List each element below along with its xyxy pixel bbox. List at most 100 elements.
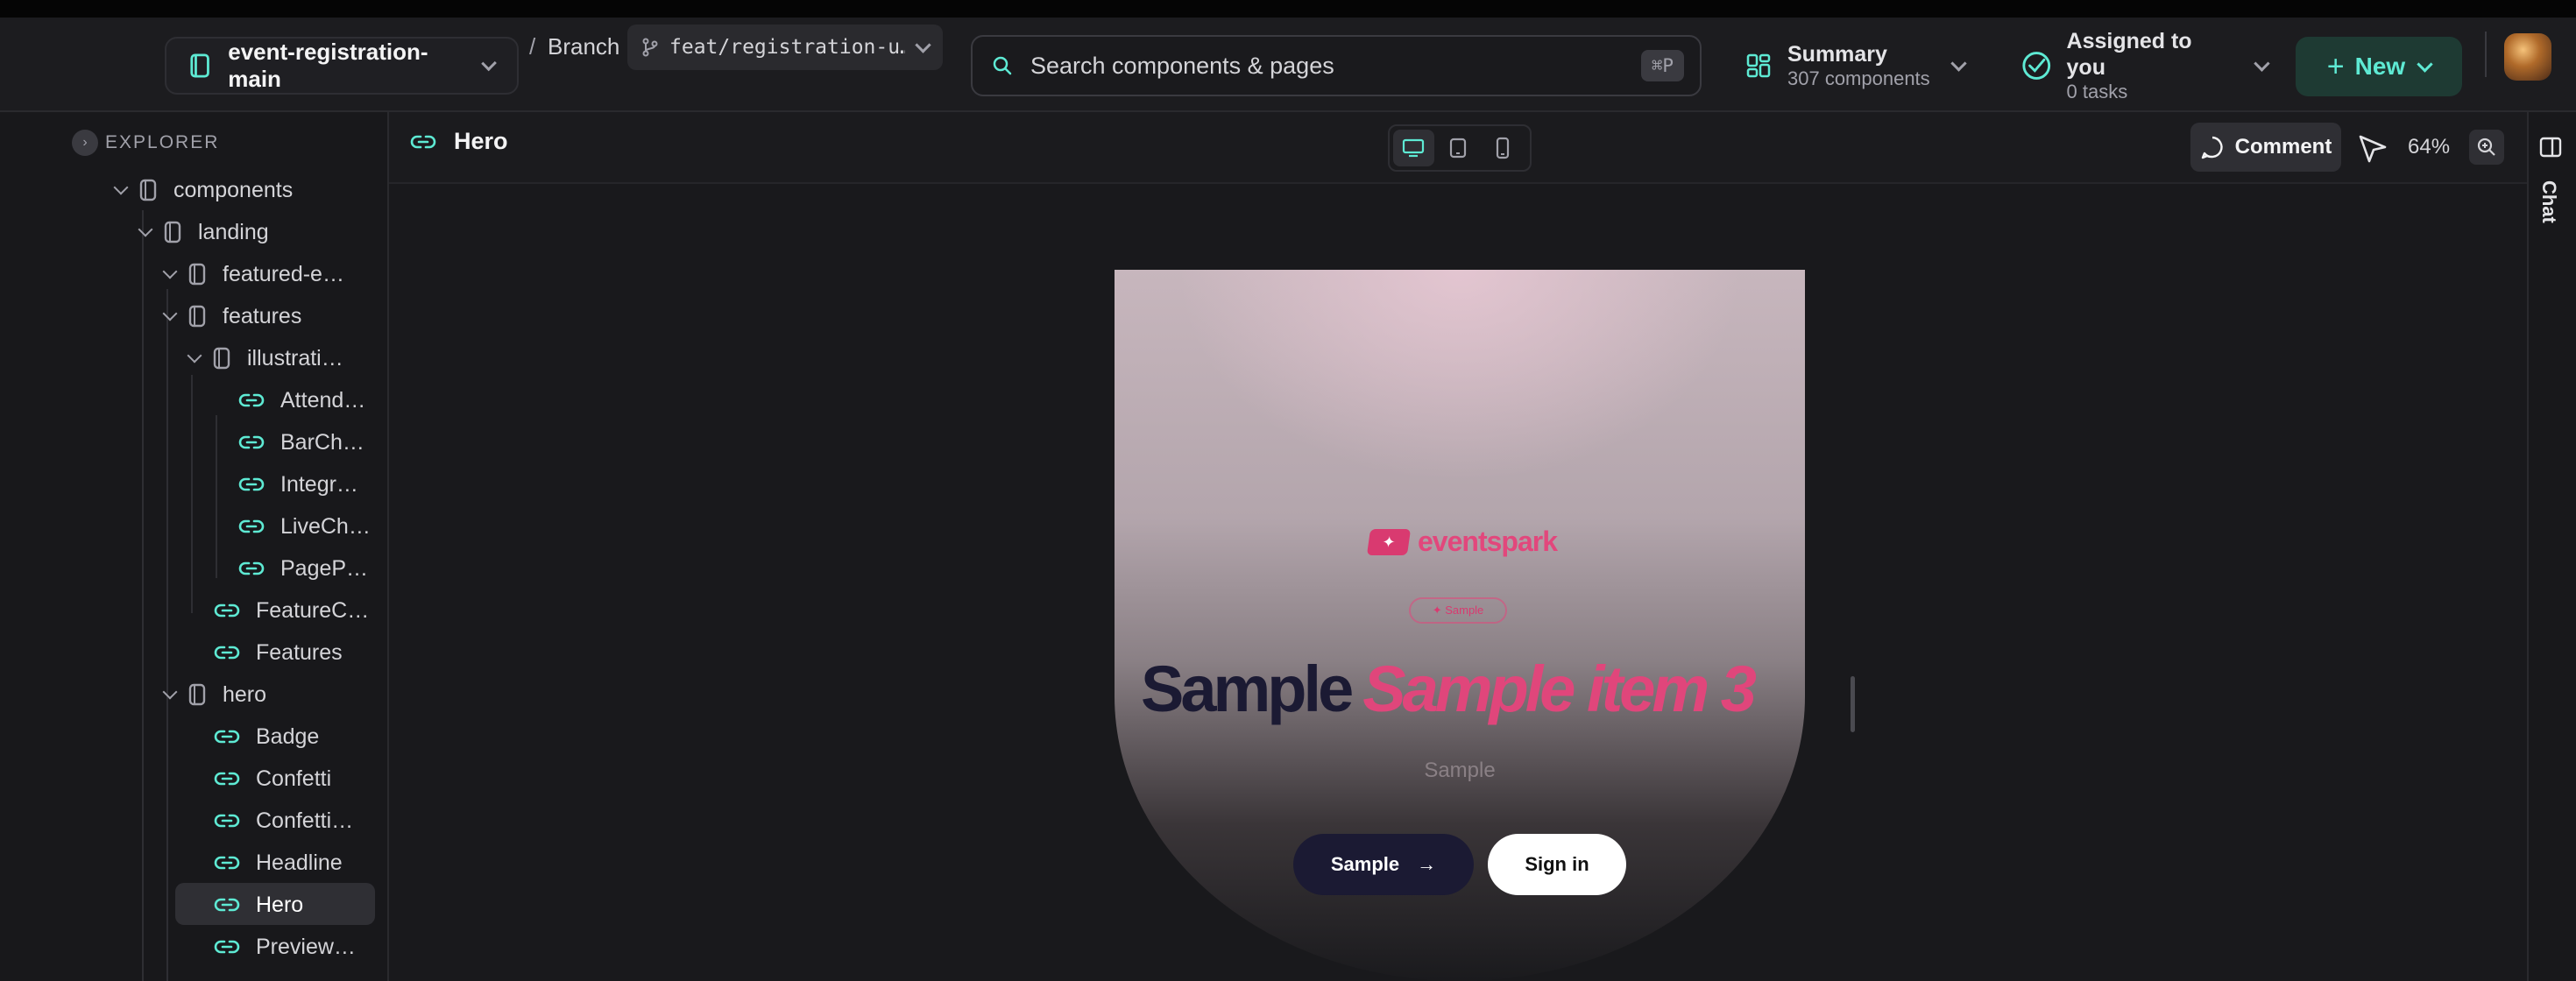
tree-component[interactable]: Confetti… (214, 801, 353, 841)
chat-tab[interactable]: Chat (2537, 180, 2560, 223)
chevron-down-icon[interactable] (138, 222, 153, 237)
search-shortcut: ⌘P (1640, 50, 1684, 81)
file-icon (188, 305, 206, 328)
headline-part1: Sample (1141, 653, 1354, 725)
primary-cta-button[interactable]: Sample → (1293, 834, 1474, 895)
sign-in-button[interactable]: Sign in (1488, 834, 1626, 895)
layout-grid-icon (1746, 53, 1771, 78)
comment-button[interactable]: Comment (2190, 123, 2341, 172)
assigned-title: Assigned to you (2066, 29, 2192, 80)
tree-item-label: featured-e… (223, 261, 344, 286)
tree-item-label: PageP… (280, 555, 369, 581)
tree-component[interactable]: Integr… (238, 464, 358, 505)
tree-component[interactable]: Features (214, 632, 343, 673)
tree-component[interactable]: FeatureC… (214, 590, 369, 631)
tree-component[interactable]: Hero (214, 885, 303, 925)
tree-folder[interactable]: featured-e… (162, 254, 344, 294)
chevron-down-icon (915, 36, 931, 53)
breadcrumb-separator: / (529, 33, 536, 60)
tree-item-label: components (173, 177, 294, 202)
tree-item-label: Confetti (256, 766, 332, 791)
tree-guide-line (166, 709, 168, 981)
plus-icon: + (2326, 50, 2345, 83)
tree-folder[interactable]: landing (138, 212, 269, 252)
chevron-down-icon[interactable] (162, 264, 178, 279)
chevron-down-icon (2254, 54, 2270, 72)
chevron-down-icon[interactable] (187, 348, 202, 363)
tree-item-label: features (223, 303, 302, 328)
device-switcher (1388, 124, 1532, 172)
assigned-text: Assigned to you 0 tasks (2067, 28, 2231, 103)
repo-icon (190, 53, 209, 78)
tree-folder[interactable]: features (162, 296, 302, 336)
comment-button-label: Comment (2234, 135, 2332, 159)
new-button[interactable]: + New (2296, 37, 2462, 96)
zoom-level[interactable]: 64% (2408, 135, 2450, 159)
search-bar[interactable]: Search components & pages ⌘P (971, 35, 1702, 96)
comment-icon (2201, 136, 2223, 159)
chevron-down-icon[interactable] (162, 684, 178, 700)
tree-item-label: Features (256, 639, 343, 665)
tree-folder[interactable]: components (113, 170, 294, 210)
link-icon (238, 477, 265, 491)
tree-item-label: Integr… (280, 471, 358, 497)
tablet-view-button[interactable] (1438, 130, 1479, 166)
select-tool-button[interactable] (2357, 133, 2388, 169)
frame-resize-handle[interactable] (1851, 676, 1855, 732)
hero-preview-frame[interactable]: ✦ eventspark ✦ Sample Sample Sample item … (1115, 270, 1805, 981)
tree-folder[interactable]: illustrati… (187, 338, 343, 378)
tree-item-label: Hero (256, 892, 304, 917)
ticket-icon: ✦ (1366, 528, 1412, 555)
tree-component[interactable]: Headline (214, 843, 343, 883)
explorer-label: EXPLORER (105, 132, 220, 152)
tree-item-label: landing (198, 219, 269, 244)
chevron-down-icon[interactable] (162, 306, 178, 321)
brand-logo: ✦ eventspark (1366, 526, 1558, 558)
git-branch-icon (642, 38, 658, 57)
link-icon (214, 940, 240, 954)
phone-icon (1496, 137, 1509, 159)
tree-item-label: Attend… (280, 387, 366, 413)
tree-component[interactable]: Preview… (214, 927, 356, 967)
chevron-down-icon (2417, 55, 2433, 73)
search-input[interactable]: Search components & pages (1030, 53, 1641, 80)
desktop-view-button[interactable] (1393, 130, 1434, 166)
file-icon (164, 221, 181, 243)
tree-folder[interactable]: hero (162, 674, 266, 715)
collapse-panel-icon[interactable]: › (72, 130, 98, 156)
explorer-header[interactable]: › EXPLORER (72, 130, 219, 156)
tree-component[interactable]: PageP… (238, 548, 368, 589)
sidebar-panel-icon (2539, 137, 2562, 158)
repo-switcher[interactable]: event-registration-main (165, 37, 519, 95)
link-icon (214, 772, 240, 786)
link-icon (214, 856, 240, 870)
tree-component[interactable]: LiveCh… (238, 506, 371, 547)
tree-component[interactable]: BarCh… (238, 422, 364, 462)
summary-dropdown[interactable]: Summary 307 components (1745, 37, 1982, 95)
headline-part2: Sample item 3 (1362, 653, 1757, 725)
chevron-down-icon (480, 55, 497, 71)
tree-guide-line (216, 415, 217, 578)
tree-guide-line (191, 375, 193, 613)
chevron-down-icon[interactable] (113, 180, 129, 195)
cursor-pointer-icon (2359, 135, 2387, 163)
link-icon (214, 814, 240, 828)
right-rail (2527, 112, 2576, 981)
zoom-in-button[interactable] (2469, 130, 2504, 165)
tree-component[interactable]: Attend… (238, 380, 365, 420)
link-icon (214, 730, 240, 744)
user-avatar[interactable] (2504, 33, 2551, 81)
zoom-in-icon (2477, 138, 2495, 156)
tree-item-label: Headline (256, 850, 343, 875)
tree-component[interactable]: Confetti (214, 759, 331, 799)
summary-text: Summary 307 components (1787, 41, 1930, 90)
link-icon (238, 519, 265, 533)
tree-component[interactable]: Badge (214, 716, 319, 757)
file-icon (139, 179, 157, 201)
toggle-panel-button[interactable] (2539, 137, 2562, 162)
mobile-view-button[interactable] (1482, 130, 1523, 166)
branch-switcher[interactable]: feat/registration-u… (627, 25, 943, 70)
branch-label: Branch (548, 33, 620, 60)
tree-item-label: Preview… (256, 934, 356, 959)
assigned-dropdown[interactable]: Assigned to you 0 tasks (2020, 29, 2270, 102)
